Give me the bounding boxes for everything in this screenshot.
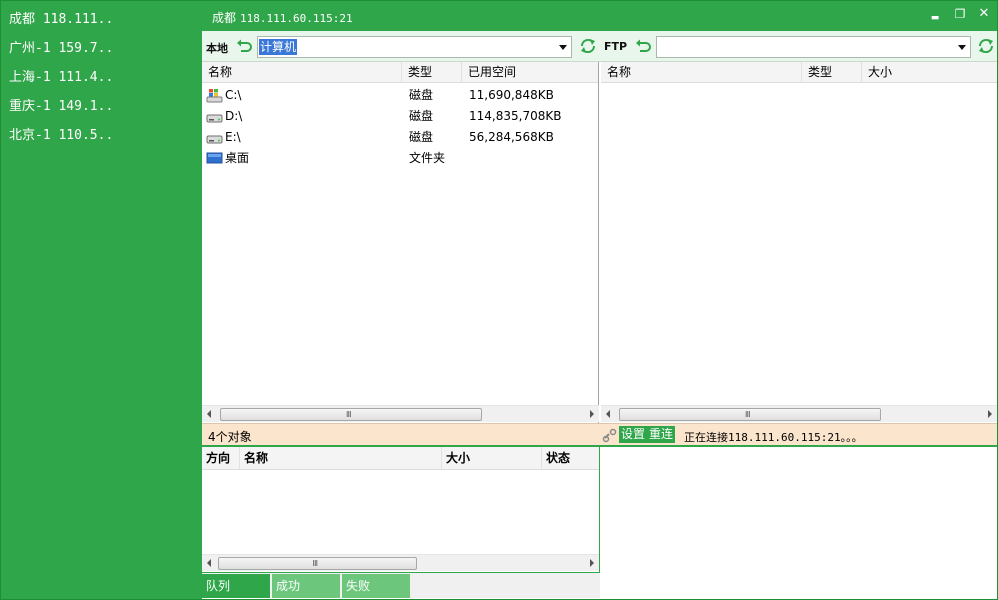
scroll-grip-icon: Ⅲ — [312, 559, 318, 568]
column-header-name[interactable]: 名称 — [240, 447, 442, 470]
ftp-path-combo[interactable] — [656, 36, 971, 58]
queue-horizontal-scrollbar[interactable]: Ⅲ — [202, 554, 599, 571]
local-file-list: 名称 类型 已用空间 C:\ 磁盘 11,690,848KB D:\ 磁盘 11… — [202, 62, 599, 423]
refresh-icon[interactable] — [578, 36, 598, 56]
column-header-name[interactable]: 名称 — [601, 62, 802, 83]
reconnect-button[interactable]: 重连 — [647, 426, 676, 443]
minimize-button[interactable]: ▬ — [926, 9, 944, 27]
file-row[interactable]: C:\ 磁盘 11,690,848KB — [202, 85, 598, 106]
ftp-label: FTP — [604, 40, 628, 53]
ftp-address-bar: FTP — [600, 31, 997, 62]
tab-queue[interactable]: 队列 — [202, 574, 270, 598]
settings-button[interactable]: 设置 — [619, 426, 648, 443]
local-label: 本地 — [206, 42, 228, 55]
ftp-horizontal-scrollbar[interactable]: Ⅲ — [601, 405, 997, 422]
close-button[interactable]: ✕ — [975, 5, 993, 23]
desktop-icon — [206, 152, 223, 164]
scroll-left-icon[interactable] — [207, 410, 211, 418]
chevron-down-icon[interactable] — [958, 45, 966, 50]
tab-failed[interactable]: 失败 — [342, 574, 410, 598]
local-address-bar: 本地 计算机 — [202, 31, 600, 62]
scroll-right-icon[interactable] — [590, 410, 594, 418]
file-used-space: 11,690,848KB — [469, 88, 554, 102]
file-type: 磁盘 — [409, 109, 434, 123]
server-item-chengdu[interactable]: 成都 118.111.. — [9, 8, 113, 27]
file-row[interactable]: D:\ 磁盘 114,835,708KB — [202, 106, 598, 127]
local-path-combo[interactable]: 计算机 — [257, 36, 572, 58]
local-list-header: 名称 类型 已用空间 — [202, 62, 598, 83]
queue-tabs: 队列 成功 失败 — [202, 572, 600, 598]
chevron-down-icon[interactable] — [559, 45, 567, 50]
file-used-space: 56,284,568KB — [469, 130, 554, 144]
file-row[interactable]: E:\ 磁盘 56,284,568KB — [202, 127, 598, 148]
column-header-direction[interactable]: 方向 — [202, 447, 240, 470]
column-header-type[interactable]: 类型 — [402, 62, 462, 83]
drive-icon — [206, 135, 223, 144]
local-horizontal-scrollbar[interactable]: Ⅲ — [202, 405, 599, 422]
local-status-bar: 4个对象 — [202, 423, 600, 445]
tab-success[interactable]: 成功 — [272, 574, 340, 598]
file-row[interactable]: 桌面 文件夹 — [202, 148, 598, 169]
scroll-right-icon[interactable] — [988, 410, 992, 418]
column-header-type[interactable]: 类型 — [802, 62, 862, 83]
server-item-shanghai[interactable]: 上海-1 111.4.. — [9, 66, 113, 85]
server-item-beijing[interactable]: 北京-1 110.5.. — [9, 124, 113, 143]
scroll-thumb[interactable]: Ⅲ — [218, 557, 417, 570]
refresh-icon[interactable] — [976, 36, 996, 56]
file-type: 磁盘 — [409, 130, 434, 144]
scroll-left-icon[interactable] — [606, 410, 610, 418]
title-address: 118.111.60.115:21 — [240, 12, 353, 25]
file-name: E:\ — [225, 130, 241, 144]
local-object-count: 4个对象 — [208, 430, 252, 444]
back-arrow-icon[interactable] — [235, 37, 253, 55]
server-item-chongqing[interactable]: 重庆-1 149.1.. — [9, 95, 113, 114]
scroll-thumb[interactable]: Ⅲ — [220, 408, 482, 421]
file-name: D:\ — [225, 109, 243, 123]
column-header-size[interactable]: 大小 — [862, 62, 997, 83]
file-name: 桌面 — [225, 151, 250, 165]
file-name: C:\ — [225, 88, 242, 102]
restore-button[interactable]: ❐ — [951, 5, 969, 23]
connection-status-text: 正在连接118.111.60.115:21。。。 — [684, 431, 863, 444]
title-bar: 成都 118.111.60.115:21 ▬ ❐ ✕ — [202, 1, 997, 31]
ftp-path-value — [658, 39, 660, 55]
scroll-left-icon[interactable] — [207, 559, 211, 567]
local-path-value: 计算机 — [259, 39, 298, 55]
ftp-list-header: 名称 类型 大小 — [601, 62, 997, 83]
queue-header: 方向 名称 大小 状态 — [202, 447, 599, 470]
scroll-thumb[interactable]: Ⅲ — [619, 408, 881, 421]
column-header-size[interactable]: 大小 — [442, 447, 542, 470]
drive-icon — [206, 114, 223, 123]
file-type: 文件夹 — [409, 151, 446, 165]
ftp-file-list: 名称 类型 大小 Ⅲ — [601, 62, 997, 423]
column-header-status[interactable]: 状态 — [542, 447, 600, 470]
title-city: 成都 — [212, 11, 237, 25]
window-title: 成都 118.111.60.115:21 — [212, 9, 353, 26]
back-arrow-icon[interactable] — [634, 37, 652, 55]
ftp-status-bar: 设置 重连 正在连接118.111.60.115:21。。。 — [600, 423, 997, 445]
log-pane — [600, 447, 997, 598]
scroll-grip-icon: Ⅲ — [745, 410, 750, 419]
server-list: 成都 118.111.. 广州-1 159.7.. 上海-1 111.4.. 重… — [1, 1, 202, 599]
scroll-right-icon[interactable] — [590, 559, 594, 567]
column-header-used-space[interactable]: 已用空间 — [462, 62, 599, 83]
windows-drive-icon — [206, 89, 223, 103]
scroll-grip-icon: Ⅲ — [346, 410, 351, 419]
link-icon — [602, 428, 617, 443]
server-item-guangzhou[interactable]: 广州-1 159.7.. — [9, 37, 113, 56]
file-type: 磁盘 — [409, 88, 434, 102]
column-header-name[interactable]: 名称 — [202, 62, 402, 83]
file-used-space: 114,835,708KB — [469, 109, 562, 123]
